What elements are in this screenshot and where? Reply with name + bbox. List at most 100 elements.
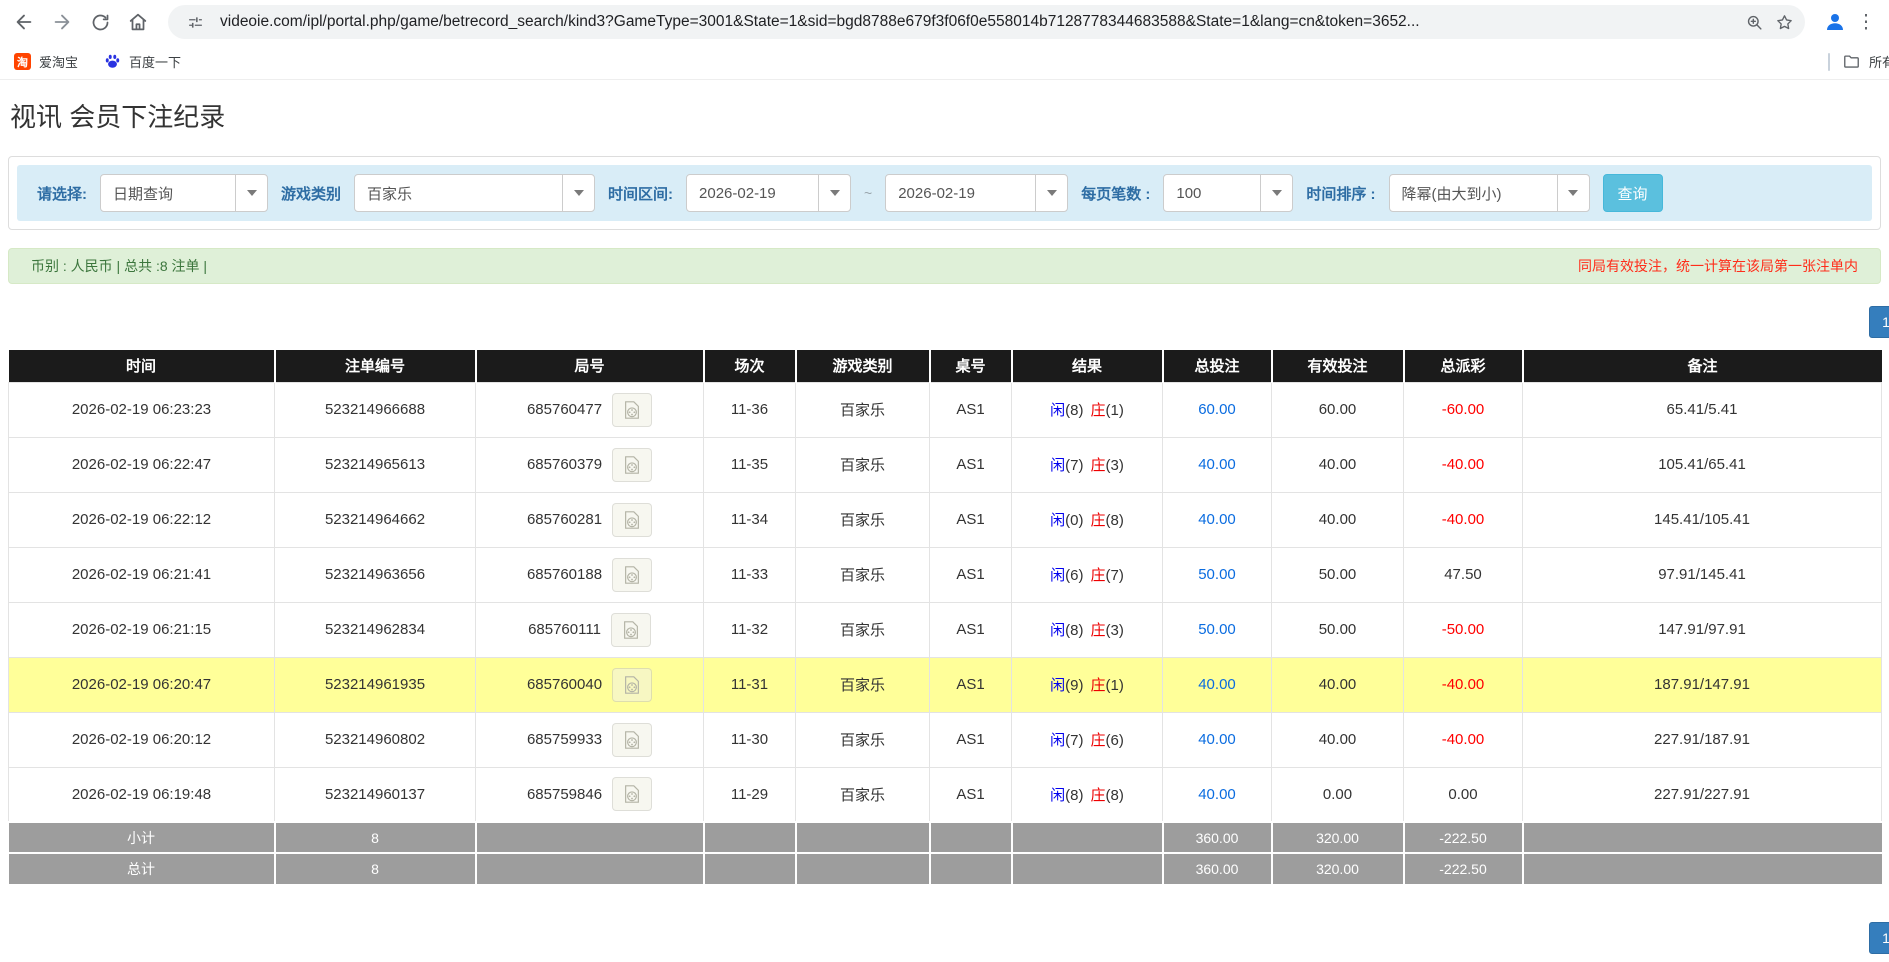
- round-cell: 685760188: [476, 547, 704, 602]
- total-bet-link[interactable]: 40.00: [1198, 456, 1236, 473]
- date-from-select[interactable]: 2026-02-19: [686, 174, 851, 212]
- page-button-1[interactable]: 1: [1869, 306, 1889, 338]
- round-id: 685759933: [527, 731, 602, 748]
- bookmarks-divider: [1828, 53, 1830, 71]
- player-score: (6): [1065, 567, 1083, 584]
- remark: 147.91/97.91: [1523, 602, 1882, 657]
- forward-icon: [51, 11, 73, 33]
- col-total-bet: 总投注: [1163, 350, 1272, 382]
- page-button-1[interactable]: 1: [1869, 922, 1889, 954]
- home-button[interactable]: [120, 4, 156, 40]
- game-type: 百家乐: [796, 657, 930, 712]
- date-separator: ~: [864, 185, 872, 201]
- col-table-no: 桌号: [930, 350, 1012, 382]
- payout: -40.00: [1404, 657, 1523, 712]
- forward-button[interactable]: [44, 4, 80, 40]
- query-type-select[interactable]: 日期查询: [100, 174, 268, 212]
- filter-bar: 请选择: 日期查询 游戏类别 百家乐 时间区间: 2026-02-19 ~ 20…: [17, 165, 1872, 221]
- table-no: AS1: [930, 657, 1012, 712]
- all-bookmarks-button[interactable]: 所有书签: [1842, 52, 1889, 71]
- bookmark-baidu[interactable]: 百度一下: [104, 52, 181, 71]
- session: 11-30: [704, 712, 796, 767]
- banker-label: 庄: [1091, 512, 1106, 529]
- search-button[interactable]: 查询: [1603, 174, 1663, 212]
- total-label: 总计: [9, 853, 275, 884]
- site-settings-icon[interactable]: [180, 7, 210, 37]
- total-bet-link[interactable]: 40.00: [1198, 731, 1236, 748]
- remark: 227.91/187.91: [1523, 712, 1882, 767]
- payout: 0.00: [1404, 767, 1523, 822]
- valid-bet: 40.00: [1272, 712, 1404, 767]
- game-type-select[interactable]: 百家乐: [354, 174, 595, 212]
- star-icon[interactable]: [1769, 7, 1799, 37]
- player-score: (7): [1065, 732, 1083, 749]
- table-header: 时间 注单编号 局号 场次 游戏类别 桌号 结果 总投注 有效投注 总派彩 备注: [9, 350, 1882, 382]
- video-replay-button[interactable]: [612, 558, 652, 592]
- player-label: 闲: [1050, 567, 1065, 584]
- total-bet-cell: 40.00: [1163, 437, 1272, 492]
- col-valid-bet: 有效投注: [1272, 350, 1404, 382]
- session: 11-33: [704, 547, 796, 602]
- kebab-menu-icon[interactable]: ⋮: [1855, 4, 1877, 40]
- round-id: 685760111: [528, 621, 601, 638]
- sort-value: 降幂(由大到小): [1390, 175, 1557, 211]
- back-button[interactable]: [6, 4, 42, 40]
- result-cell: 闲(8)庄(8): [1012, 767, 1163, 822]
- player-score: (9): [1065, 677, 1083, 694]
- chevron-down-icon: [1035, 175, 1067, 211]
- banker-score: (8): [1106, 787, 1124, 804]
- round-cell: 685760040: [476, 657, 704, 712]
- page-size-select[interactable]: 100: [1163, 174, 1293, 212]
- total-bet-link[interactable]: 50.00: [1198, 566, 1236, 583]
- reload-button[interactable]: [82, 4, 118, 40]
- remark: 227.91/227.91: [1523, 767, 1882, 822]
- subtotal-payout: -222.50: [1404, 822, 1523, 853]
- zoom-icon[interactable]: [1739, 7, 1769, 37]
- table-row: 2026-02-19 06:20:12 523214960802 6857599…: [9, 712, 1882, 767]
- video-replay-button[interactable]: [612, 723, 652, 757]
- video-replay-button[interactable]: [612, 448, 652, 482]
- bet-id: 523214962834: [275, 602, 476, 657]
- video-replay-button[interactable]: [612, 393, 652, 427]
- bookmark-aitaobao[interactable]: 淘 爱淘宝: [14, 52, 78, 71]
- valid-bet: 0.00: [1272, 767, 1404, 822]
- valid-bet: 50.00: [1272, 547, 1404, 602]
- total-bet-link[interactable]: 50.00: [1198, 621, 1236, 638]
- total-bet-link[interactable]: 40.00: [1198, 676, 1236, 693]
- bet-id: 523214961935: [275, 657, 476, 712]
- game-type-label: 游戏类别: [281, 183, 341, 204]
- bet-time: 2026-02-19 06:22:47: [9, 437, 275, 492]
- total-bet-link[interactable]: 40.00: [1198, 786, 1236, 803]
- url-bar[interactable]: videoie.com/ipl/portal.php/game/betrecor…: [168, 5, 1805, 39]
- total-bet-link[interactable]: 60.00: [1198, 401, 1236, 418]
- home-icon: [127, 11, 149, 33]
- banker-label: 庄: [1091, 622, 1106, 639]
- round-id: 685760040: [527, 676, 602, 693]
- bet-table-body: 2026-02-19 06:23:23 523214966688 6857604…: [9, 382, 1882, 822]
- subtotal-label: 小计: [9, 822, 275, 853]
- video-replay-button[interactable]: [611, 613, 651, 647]
- bet-id: 523214960137: [275, 767, 476, 822]
- pagination-bottom: 1: [8, 922, 1881, 962]
- subtotal-total-bet: 360.00: [1163, 822, 1272, 853]
- currency-summary: 币别 : 人民币 | 总共 :8 注单 |: [31, 256, 207, 276]
- sort-label: 时间排序 :: [1306, 183, 1375, 204]
- result-cell: 闲(7)庄(6): [1012, 712, 1163, 767]
- bookmark-label: 爱淘宝: [39, 52, 78, 71]
- banker-score: (8): [1106, 512, 1124, 529]
- sort-select[interactable]: 降幂(由大到小): [1389, 174, 1590, 212]
- game-type: 百家乐: [796, 547, 930, 602]
- total-bet-link[interactable]: 40.00: [1198, 511, 1236, 528]
- video-replay-button[interactable]: [612, 668, 652, 702]
- session: 11-34: [704, 492, 796, 547]
- video-replay-button[interactable]: [612, 503, 652, 537]
- video-replay-button[interactable]: [612, 777, 652, 811]
- date-to-select[interactable]: 2026-02-19: [885, 174, 1068, 212]
- page-size-label: 每页笔数 :: [1081, 183, 1150, 204]
- table-row: 2026-02-19 06:22:12 523214964662 6857602…: [9, 492, 1882, 547]
- game-type: 百家乐: [796, 712, 930, 767]
- profile-icon[interactable]: [1817, 4, 1853, 40]
- banker-score: (3): [1106, 457, 1124, 474]
- subtotal-count: 8: [275, 822, 476, 853]
- total-bet-cell: 40.00: [1163, 657, 1272, 712]
